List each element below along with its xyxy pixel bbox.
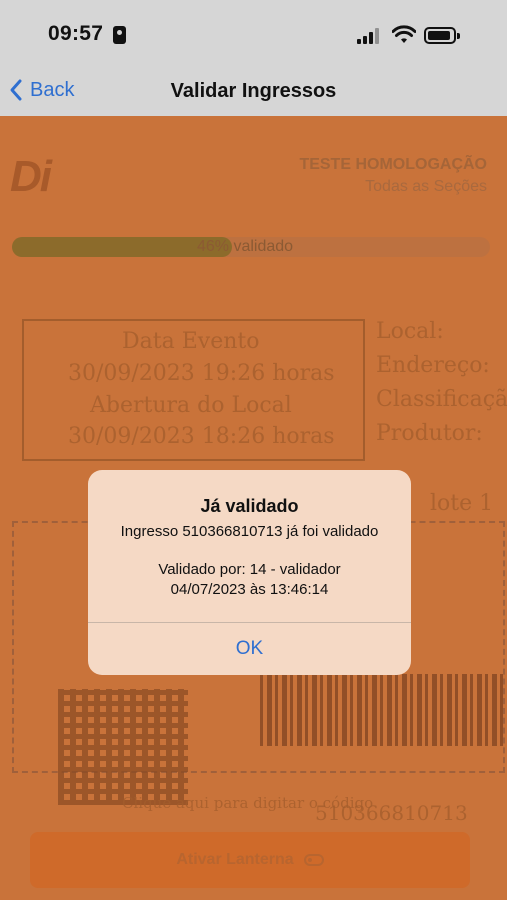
- ticket-lote: lote 1: [430, 491, 494, 516]
- alert-message: Ingresso 510366810713 já foi validado: [120, 523, 379, 540]
- qr-code-image: [58, 689, 188, 805]
- battery-icon: [424, 27, 460, 44]
- flashlight-label: Ativar Lanterna: [176, 851, 294, 868]
- alert-validated-at: 04/07/2023 às 13:46:14: [170, 581, 329, 598]
- barcode-image: [260, 674, 505, 746]
- contact-card-icon: [113, 26, 126, 44]
- section-name: Todas as Seções: [365, 178, 487, 195]
- ticket-side-line: Classificação: [376, 387, 507, 412]
- ticket-text-line: 30/09/2023 19:26 horas: [68, 361, 335, 386]
- flashlight-button[interactable]: Ativar Lanterna: [30, 832, 470, 888]
- wifi-icon: [392, 25, 416, 43]
- ok-button[interactable]: OK: [88, 623, 411, 675]
- alert-validated-by: Validado por: 14 - validador: [158, 561, 341, 578]
- event-name: TESTE HOMOLOGAÇÃO: [299, 156, 487, 173]
- ticket-text-line: Abertura do Local: [90, 393, 292, 418]
- manual-entry-hint[interactable]: Clique aqui para digitar o código: [122, 794, 373, 812]
- status-time: 09:57: [48, 22, 104, 45]
- ticket-text-line: Data Evento: [122, 329, 260, 354]
- cellular-signal-icon: [357, 28, 383, 44]
- ticket-text-line: 30/09/2023 18:26 horas: [68, 424, 335, 449]
- brand-logo: Di: [10, 152, 52, 201]
- toggle-icon: [303, 854, 324, 866]
- already-validated-alert: Já validado Ingresso 510366810713 já foi…: [88, 470, 411, 675]
- ticket-side-line: Endereço:: [376, 353, 490, 378]
- navigation-bar: Back Validar Ingressos: [0, 68, 507, 116]
- page-title: Validar Ingressos: [170, 80, 337, 102]
- validation-progress-label: 46% validado: [197, 238, 294, 255]
- ticket-side-line: Produtor:: [376, 421, 483, 446]
- status-bar: 09:57: [0, 0, 507, 68]
- ticket-side-line: Local:: [376, 319, 444, 344]
- alert-title: Já validado: [200, 496, 299, 516]
